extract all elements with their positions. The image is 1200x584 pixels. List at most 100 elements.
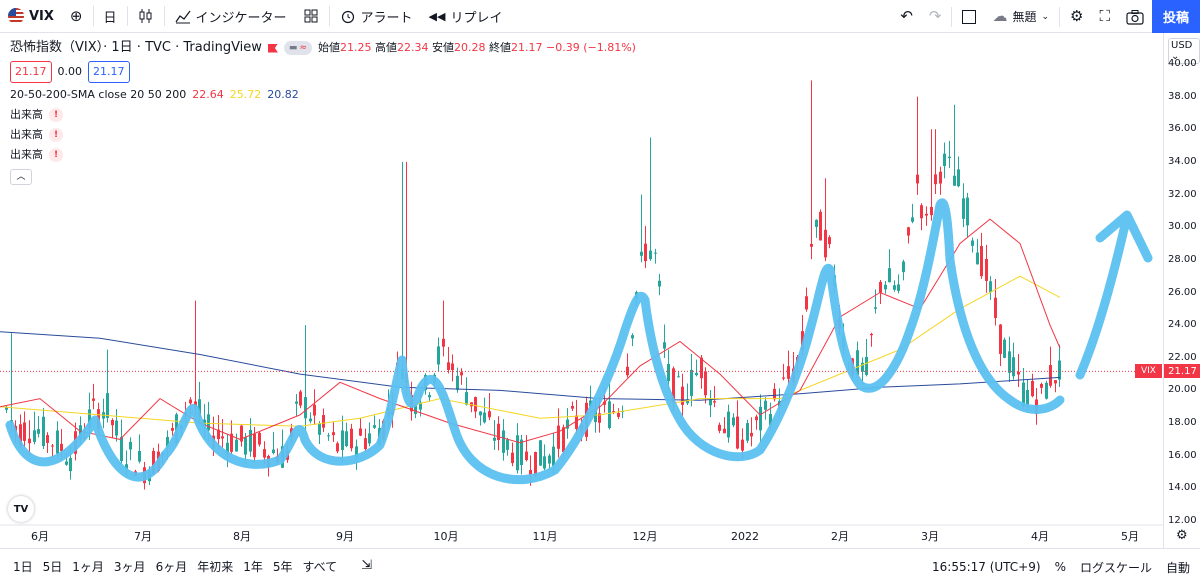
candle-body [497, 423, 500, 441]
layout-save-button[interactable]: ☁ 無題 ⌄ [984, 0, 1057, 33]
candle-body [934, 174, 937, 185]
candle-body [916, 174, 919, 184]
range-1d[interactable]: 1日 [8, 558, 38, 575]
chart-type-button[interactable] [130, 0, 162, 33]
auto-scale-toggle[interactable]: 自動 [1166, 559, 1190, 576]
range-6m[interactable]: 6ヶ月 [151, 558, 193, 575]
bid-box[interactable]: 21.17 [10, 61, 52, 83]
candle-body [106, 393, 109, 418]
compare-button[interactable]: ⊕ [62, 0, 91, 33]
templates-button[interactable] [295, 0, 327, 33]
volume-row[interactable]: 出来高! [10, 105, 636, 125]
redo-button[interactable]: ↷ [921, 0, 950, 33]
fullscreen-button[interactable]: ⛶ [1091, 0, 1118, 33]
close-label: 終値 [488, 41, 511, 54]
red-flag-icon [267, 43, 278, 53]
snapshot-button[interactable] [1118, 0, 1152, 33]
settings-button[interactable]: ⚙ [1062, 0, 1091, 33]
candle-body [327, 435, 330, 437]
price-tick-label: 36.00 [1168, 123, 1197, 135]
volume-label: 出来高 [10, 108, 43, 121]
range-5d[interactable]: 5日 [38, 558, 68, 575]
range-5y[interactable]: 5年 [268, 558, 298, 575]
price-tick-label: 20.00 [1168, 384, 1197, 396]
candle-body [350, 428, 353, 449]
goto-date-button[interactable]: ⇲ [356, 558, 377, 575]
sma-legend-row[interactable]: 20-50-200-SMA close 20 50 200 22.64 25.7… [10, 85, 636, 105]
indicators-button[interactable]: インジケーター [167, 0, 295, 33]
candle-body [943, 153, 946, 166]
open-value: 21.25 [339, 41, 372, 54]
candle-body [865, 356, 868, 375]
volume-row[interactable]: 出来高! [10, 145, 636, 165]
clock-time[interactable]: 16:55:17 (UTC+9) [932, 560, 1041, 574]
candle-body [953, 175, 956, 186]
candle-body [92, 398, 95, 401]
candle-body [33, 430, 36, 442]
candle-body [263, 449, 266, 458]
candle-body [939, 171, 942, 184]
candle-body [479, 411, 482, 416]
candle-body [930, 206, 933, 216]
candle-body [111, 419, 114, 426]
candle-body [677, 376, 680, 378]
candle-body [667, 363, 670, 382]
currency-label: USD [1171, 40, 1193, 51]
candle-body [502, 430, 505, 453]
candle-body [957, 169, 960, 187]
sma50-value: 25.72 [229, 88, 262, 101]
layout-toggle-button[interactable] [954, 0, 984, 33]
candle-body [129, 441, 132, 450]
layout-name: 無題 [1012, 10, 1037, 24]
price-tick-label: 14.00 [1168, 482, 1197, 494]
indicators-label: インジケーター [195, 10, 287, 26]
range-3m[interactable]: 3ヶ月 [109, 558, 151, 575]
market-status-pill[interactable]: ▬ ≈ [283, 41, 312, 55]
tradingview-logo[interactable]: TV [8, 496, 34, 522]
interval-label: 日 [103, 10, 117, 26]
volume-row[interactable]: 出来高! [10, 125, 636, 145]
range-ytd[interactable]: 年初来 [192, 558, 238, 575]
legend-title[interactable]: 恐怖指数（VIX）· 1日 · TVC · TradingView [10, 38, 262, 58]
high-value: 22.34 [396, 41, 429, 54]
candle-body [787, 366, 790, 379]
price-axis[interactable]: USD ⌄ 40.00 38.00 36.00 34.00 32.00 30.00 28.0… [1163, 33, 1200, 548]
spread-value: 0.00 [57, 65, 83, 78]
percent-toggle[interactable]: % [1055, 560, 1066, 574]
axis-settings-button[interactable]: ⚙ [1176, 528, 1188, 543]
warning-icon: ! [49, 148, 63, 162]
grid-icon [304, 9, 318, 23]
candle-body [879, 281, 882, 293]
candle-body [644, 243, 647, 262]
candle-body [897, 284, 900, 291]
post-button[interactable]: 投稿 [1152, 0, 1200, 33]
low-label: 安値 [431, 41, 454, 54]
log-scale-toggle[interactable]: ログスケール [1080, 559, 1152, 576]
range-1y[interactable]: 1年 [238, 558, 268, 575]
toolbar-divider [92, 6, 94, 26]
interval-button[interactable]: 日 [96, 0, 125, 33]
candle-body [1049, 365, 1052, 386]
candle-body [773, 388, 776, 400]
range-all[interactable]: すべて [298, 558, 343, 575]
symbol-search[interactable]: VIX [0, 0, 62, 33]
toolbar-divider [163, 6, 165, 26]
candle-body [534, 451, 537, 476]
candle-body [529, 470, 532, 475]
undo-button[interactable]: ↶ [892, 0, 921, 33]
toolbar-divider [126, 6, 128, 26]
candle-body [571, 405, 574, 409]
candle-body [980, 245, 983, 277]
candle-body [65, 461, 68, 465]
collapse-legend-button[interactable]: ︿ [10, 169, 32, 185]
alert-button[interactable]: アラート [332, 0, 421, 33]
range-1m[interactable]: 1ヶ月 [67, 558, 109, 575]
replay-button[interactable]: ◀◀ リプレイ [421, 0, 511, 33]
ask-box[interactable]: 21.17 [88, 61, 130, 83]
candle-body [562, 427, 565, 452]
price-tick-label: 22.00 [1168, 351, 1197, 363]
candle-body [727, 411, 730, 438]
candle-body [640, 251, 643, 256]
price-tick-label: 26.00 [1168, 286, 1197, 298]
toolbar-divider [328, 6, 330, 26]
